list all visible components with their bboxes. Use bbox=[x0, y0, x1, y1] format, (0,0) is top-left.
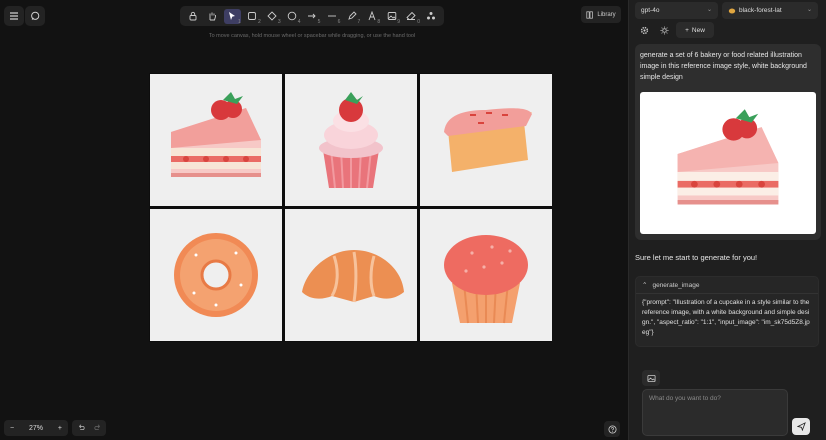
chevron-down-icon: ⌄ bbox=[706, 7, 712, 13]
tool-shortcut-number: 2 bbox=[257, 18, 261, 25]
image-model-select-value: black-forest-lat bbox=[739, 7, 782, 14]
arrow-icon bbox=[307, 13, 316, 19]
muffin-illustration-icon bbox=[444, 234, 528, 323]
library-icon bbox=[586, 10, 594, 19]
tool-shortcut-number: 5 bbox=[317, 18, 321, 25]
strawberry-cake-slice-image[interactable] bbox=[150, 74, 282, 206]
user-message: generate a set of 6 bakery or food relat… bbox=[635, 44, 821, 240]
more-tools[interactable] bbox=[423, 9, 440, 24]
tool-shortcut-number: 9 bbox=[397, 18, 401, 25]
eraser-tool[interactable]: 0 bbox=[403, 9, 420, 25]
diamond-tool[interactable]: 3 bbox=[264, 9, 281, 25]
image-icon bbox=[387, 12, 396, 20]
brain-icon bbox=[728, 7, 736, 14]
lock-tool[interactable] bbox=[184, 9, 201, 24]
gear-icon bbox=[640, 26, 648, 34]
image-model-select[interactable]: black-forest-lat ⌄ bbox=[722, 2, 818, 19]
library-button[interactable]: Library bbox=[581, 6, 621, 23]
cupcake-image[interactable] bbox=[285, 74, 417, 206]
rectangle-tool[interactable]: 2 bbox=[244, 9, 261, 25]
image-upload-icon bbox=[646, 374, 656, 382]
line-icon bbox=[327, 15, 336, 17]
library-label: Library bbox=[597, 11, 616, 18]
settings-button[interactable] bbox=[636, 22, 652, 38]
hamburger-icon bbox=[10, 12, 18, 20]
chevron-down-icon: ⌄ bbox=[806, 7, 812, 13]
model-select[interactable]: gpt-4o ⌄ bbox=[635, 2, 718, 19]
hand-icon bbox=[209, 12, 217, 21]
reference-image[interactable] bbox=[640, 92, 816, 234]
lock-icon bbox=[189, 11, 196, 21]
pencil-icon bbox=[348, 11, 357, 20]
help-icon bbox=[607, 424, 617, 434]
undo-redo-group bbox=[72, 420, 106, 436]
zoom-control: − 27% + bbox=[4, 420, 68, 436]
theme-button[interactable] bbox=[656, 22, 672, 38]
zoom-out-button[interactable]: − bbox=[10, 425, 14, 432]
cupcake-illustration-icon bbox=[319, 91, 383, 188]
pointer-icon bbox=[229, 12, 236, 20]
image-upload-button[interactable] bbox=[642, 370, 660, 386]
generated-image-grid bbox=[149, 73, 552, 342]
croissant-illustration-icon bbox=[301, 250, 404, 303]
assistant-reply: Sure let me start to generate for you! bbox=[635, 253, 758, 262]
chat-toggle-button[interactable] bbox=[25, 6, 45, 26]
muffin-image[interactable] bbox=[420, 209, 552, 341]
send-icon bbox=[796, 422, 806, 431]
send-button[interactable] bbox=[792, 418, 810, 435]
donut-image[interactable] bbox=[150, 209, 282, 341]
eraser-icon bbox=[406, 11, 417, 20]
tool-call-header[interactable]: ⌃ generate_image bbox=[636, 277, 818, 294]
draw-tool[interactable]: 7 bbox=[343, 9, 361, 25]
line-tool[interactable]: 6 bbox=[323, 9, 341, 25]
pound-cake-image[interactable] bbox=[420, 74, 552, 206]
tool-palette: 1 2 3 4 5 6 7 8 9 0 bbox=[180, 6, 444, 26]
text-icon bbox=[368, 11, 376, 21]
tool-shortcut-number: 8 bbox=[377, 18, 381, 25]
new-chat-label: New bbox=[691, 26, 705, 34]
zoom-in-button[interactable]: + bbox=[58, 425, 62, 432]
arrow-tool[interactable]: 5 bbox=[303, 9, 321, 25]
hand-tool[interactable] bbox=[204, 9, 221, 24]
chat-bubble-icon bbox=[31, 11, 40, 20]
plus-icon: + bbox=[685, 26, 689, 34]
app-root: 1 2 3 4 5 6 7 8 9 0 To move canvas, hold… bbox=[0, 0, 826, 440]
chat-input[interactable] bbox=[642, 389, 788, 436]
sun-icon bbox=[659, 25, 669, 35]
diamond-icon bbox=[267, 11, 277, 21]
ellipse-tool[interactable]: 4 bbox=[284, 9, 301, 25]
chevron-up-icon: ⌃ bbox=[642, 282, 648, 289]
menu-button[interactable] bbox=[4, 6, 24, 26]
tool-shortcut-number: 1 bbox=[238, 18, 241, 25]
ellipse-icon bbox=[287, 11, 297, 21]
cake-slice-illustration-icon bbox=[171, 92, 261, 177]
rectangle-icon bbox=[248, 12, 257, 20]
croissant-image[interactable] bbox=[285, 209, 417, 341]
shapes-icon bbox=[427, 12, 436, 20]
canvas[interactable]: 1 2 3 4 5 6 7 8 9 0 To move canvas, hold… bbox=[0, 0, 628, 440]
user-message-text: generate a set of 6 bakery or food relat… bbox=[640, 52, 807, 81]
undo-icon[interactable] bbox=[77, 424, 85, 432]
selection-tool[interactable]: 1 bbox=[223, 8, 241, 25]
tool-call-card: ⌃ generate_image {"prompt": "Illustratio… bbox=[635, 276, 819, 347]
tool-shortcut-number: 4 bbox=[297, 18, 301, 25]
tool-shortcut-number: 0 bbox=[417, 18, 420, 25]
tool-shortcut-number: 3 bbox=[277, 18, 281, 25]
model-select-value: gpt-4o bbox=[641, 7, 660, 14]
tool-shortcut-number: 6 bbox=[337, 18, 341, 25]
zoom-level[interactable]: 27% bbox=[29, 425, 43, 432]
text-tool[interactable]: 8 bbox=[363, 9, 381, 25]
tool-call-args: {"prompt": "Illustration of a cupcake in… bbox=[642, 299, 810, 336]
new-chat-button[interactable]: + New bbox=[676, 22, 714, 38]
donut-illustration-icon bbox=[174, 233, 258, 317]
canvas-hint: To move canvas, hold mouse wheel or spac… bbox=[208, 33, 416, 39]
help-button[interactable] bbox=[604, 421, 620, 437]
redo-icon[interactable] bbox=[94, 424, 102, 432]
cake-slice-reference-icon bbox=[677, 109, 779, 205]
pound-cake-illustration-icon bbox=[444, 108, 532, 172]
tool-call-name: generate_image bbox=[652, 281, 700, 289]
tool-shortcut-number: 7 bbox=[357, 18, 361, 25]
image-tool[interactable]: 9 bbox=[383, 9, 401, 25]
